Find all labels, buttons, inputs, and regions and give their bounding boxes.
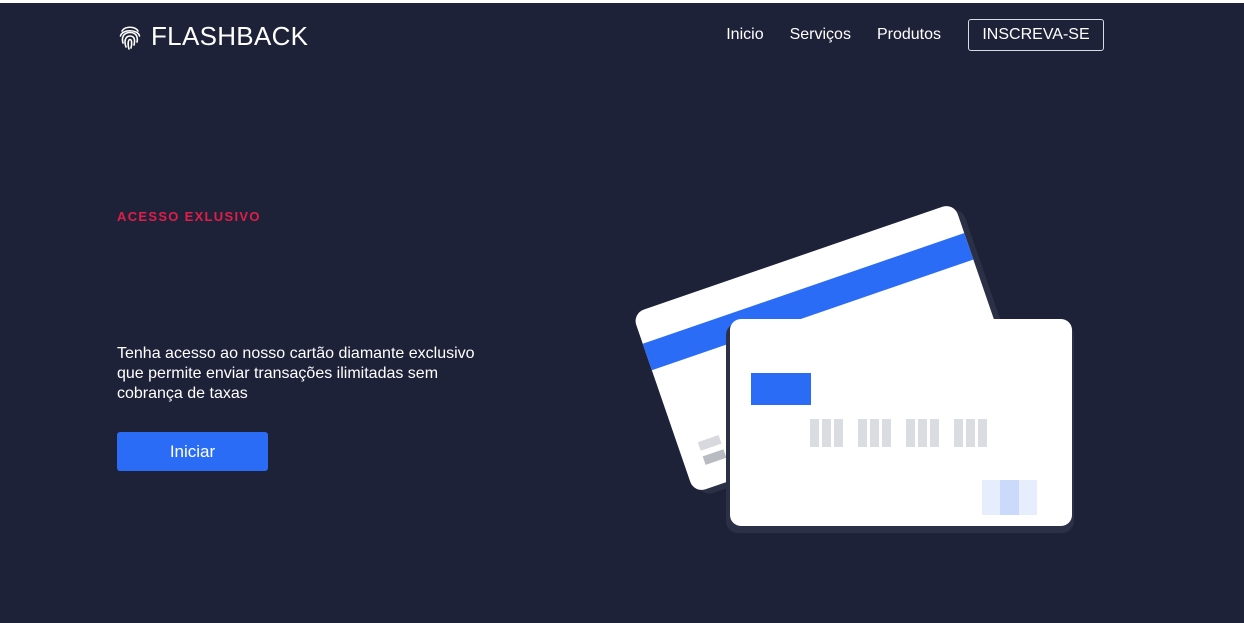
brand-name: FLASHBACK	[151, 21, 309, 51]
landing-page: FLASHBACK Inicio Serviços Produtos INSCR…	[0, 3, 1244, 623]
card-logo	[982, 480, 1037, 515]
logo[interactable]: FLASHBACK	[118, 21, 308, 52]
nav-link-inicio[interactable]: Inicio	[726, 26, 763, 44]
card-chip	[751, 373, 811, 405]
front-card	[726, 319, 1074, 533]
main-nav: Inicio Serviços Produtos INSCREVA-SE	[726, 19, 1104, 51]
start-button[interactable]: Iniciar	[117, 432, 268, 471]
hero-eyebrow: ACESSO EXLUSIVO	[117, 209, 261, 224]
signup-button[interactable]: INSCREVA-SE	[968, 19, 1104, 51]
nav-link-produtos[interactable]: Produtos	[877, 26, 941, 44]
credit-cards-illustration	[632, 206, 1074, 533]
fingerprint-icon	[119, 25, 141, 50]
nav-link-servicos[interactable]: Serviços	[790, 26, 851, 44]
hero-description: Tenha acesso ao nosso cartão diamante ex…	[117, 345, 475, 402]
